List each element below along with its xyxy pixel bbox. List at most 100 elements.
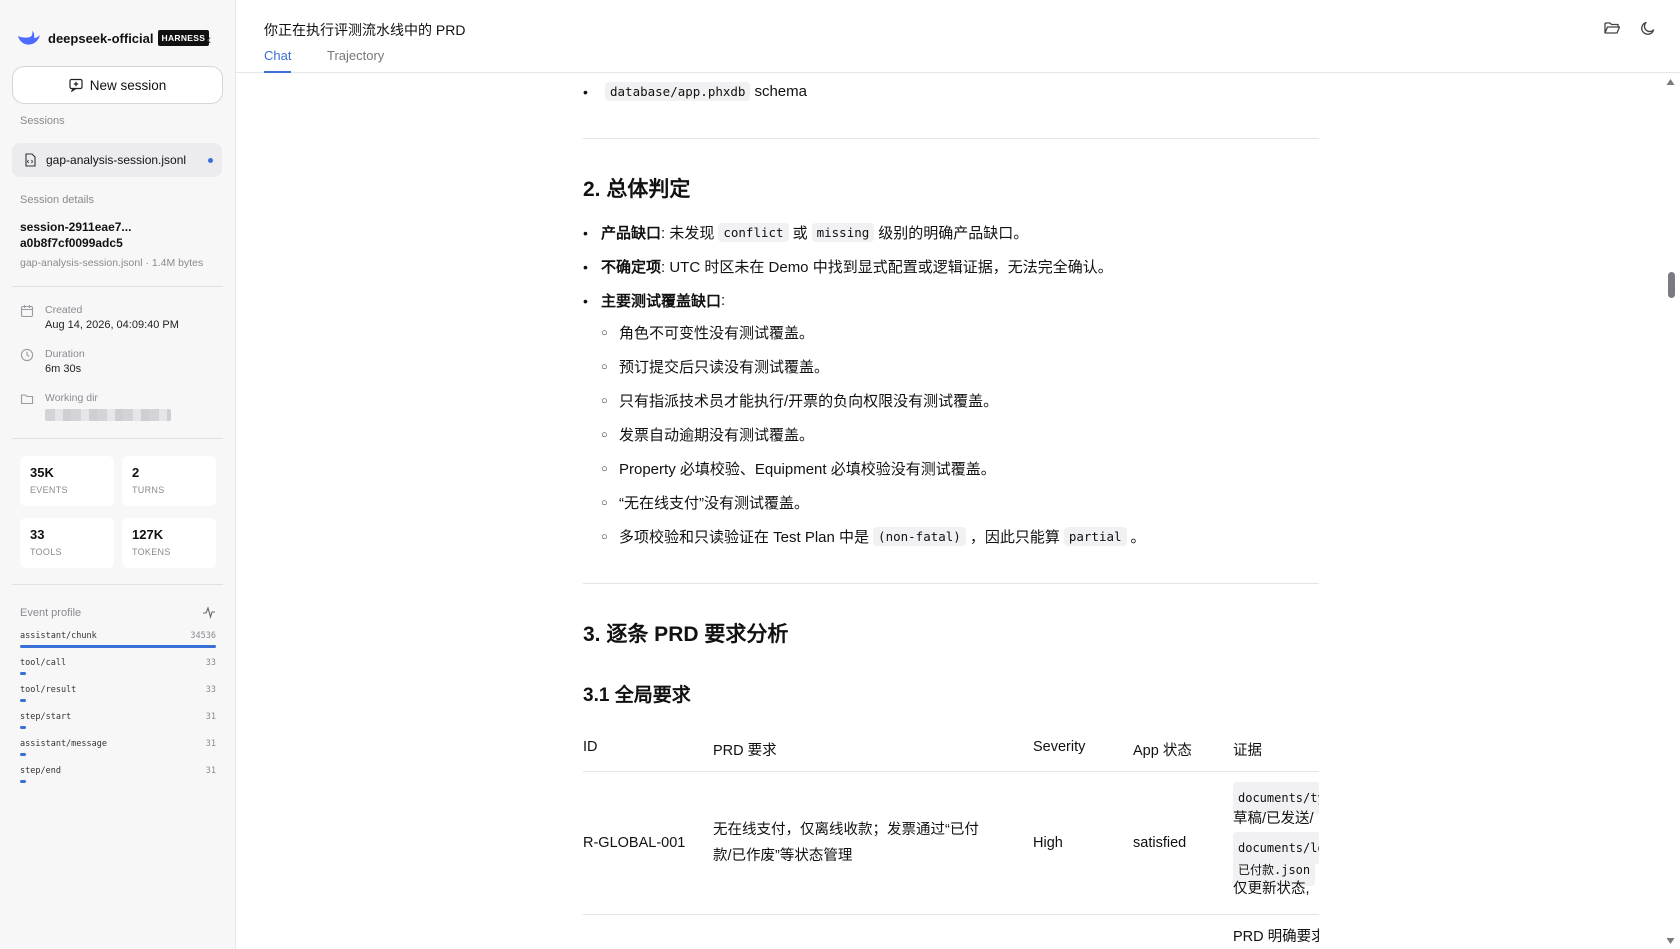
event-count: 31 — [205, 712, 216, 722]
folder-open-icon[interactable] — [1603, 19, 1621, 37]
event-bar-fill — [20, 645, 216, 648]
duration-row: Duration 6m 30s — [20, 347, 85, 377]
scrollbar-thumb[interactable] — [1668, 272, 1675, 298]
event-profile-row: assistant/chunk 34536 — [20, 631, 216, 648]
event-bar-track — [20, 699, 216, 702]
list-item: • 不确定项 : UTC 时区未在 Demo 中找到显式配置或逻辑证据，无法完全… — [583, 258, 1113, 277]
new-session-label: New session — [89, 77, 167, 93]
event-profile-row: tool/result 33 — [20, 685, 216, 702]
table-cell-requirement: 无在线支付，仅离线收款；发票通过“已付 款/已作废”等状态管理 — [713, 822, 979, 864]
inline-code: partial — [1063, 527, 1127, 546]
table-header-status: App 状态 — [1133, 743, 1192, 759]
session-item-label: gap-analysis-session.jsonl — [46, 153, 187, 167]
brand[interactable]: deepseek-official HARNESS — [16, 26, 210, 50]
table-header-severity: Severity — [1033, 739, 1086, 755]
working-dir-value-redacted — [45, 409, 171, 421]
subsection-heading: 3.1 全局要求 — [583, 685, 691, 706]
divider — [583, 583, 1319, 584]
session-details-heading: Session details — [20, 194, 94, 206]
event-bar-fill — [20, 753, 26, 756]
event-name: assistant/chunk — [20, 631, 97, 641]
stat-tokens: 127K TOKENS — [122, 518, 216, 568]
section-heading: 3. 逐条 PRD 要求分析 — [583, 623, 789, 646]
table-header-evidence: 证据 — [1233, 743, 1262, 759]
table-cell-status: satisfied — [1133, 835, 1187, 851]
section-heading: 2. 总体判定 — [583, 178, 691, 201]
dark-mode-icon[interactable] — [1639, 19, 1657, 37]
stat-turns: 2 TURNS — [122, 456, 216, 506]
new-session-button[interactable]: New session — [12, 66, 223, 104]
event-profile-row: step/end 31 — [20, 766, 216, 783]
table-header-id: ID — [583, 739, 598, 755]
event-profile-row: tool/call 33 — [20, 658, 216, 675]
sub-list-item: ○ 只有指派技术员才能执行/开票的负向权限没有测试覆盖。 — [601, 393, 999, 410]
inline-code: conflict — [718, 223, 789, 242]
event-name: tool/result — [20, 685, 77, 695]
event-bar-track — [20, 726, 216, 729]
event-count: 34536 — [190, 631, 216, 641]
table-cell-evidence: PRD 明确要求 — [1233, 929, 1319, 945]
table-cell-severity: High — [1033, 835, 1063, 851]
working-dir-row: Working dir — [20, 391, 171, 421]
brand-name: deepseek-official — [48, 30, 154, 46]
inline-code: database/app.phxdb — [605, 82, 751, 101]
event-bar-track — [20, 645, 216, 648]
event-count: 31 — [205, 739, 216, 749]
event-bar-fill — [20, 780, 26, 783]
clock-icon — [20, 348, 34, 362]
duration-value: 6m 30s — [45, 363, 82, 375]
event-count: 33 — [205, 685, 216, 695]
event-profile-row: assistant/message 31 — [20, 739, 216, 756]
sidebar: deepseek-official HARNESS ‹ New session … — [0, 0, 236, 949]
event-bar-fill — [20, 699, 26, 702]
scroll-down-arrow-icon[interactable] — [1666, 937, 1675, 945]
tab-trajectory[interactable]: Trajectory — [327, 48, 384, 71]
header: 你正在执行评测流水线中的 PRD Chat Trajectory — [236, 0, 1680, 73]
event-profile-row: step/start 31 — [20, 712, 216, 729]
inline-code: missing — [811, 223, 875, 242]
session-id: session-2911eae7... a0b8f7cf0099adc5 — [20, 220, 132, 250]
event-name: tool/call — [20, 658, 67, 668]
sub-list-item: ○ 角色不可变性没有测试覆盖。 — [601, 325, 815, 342]
collapse-sidebar-icon[interactable]: ‹ — [202, 32, 216, 46]
inline-code: (non-fatal) — [873, 527, 966, 546]
event-profile-heading: Event profile — [20, 607, 82, 619]
event-count: 33 — [205, 658, 216, 668]
active-indicator — [208, 158, 213, 163]
sub-list-item: ○ 预订提交后只读没有测试覆盖。 — [601, 359, 830, 376]
new-session-icon — [69, 78, 83, 92]
event-bar-fill — [20, 672, 26, 675]
sub-list-item: ○ Property 必填校验、Equipment 必填校验没有测试覆盖。 — [601, 461, 996, 478]
chat-content: • database/app.phxdb schema 2. 总体判定 • 产品… — [583, 73, 1319, 949]
table-header-requirement: PRD 要求 — [713, 743, 777, 759]
sessions-heading: Sessions — [20, 115, 65, 127]
session-item[interactable]: gap-analysis-session.jsonl — [12, 143, 222, 177]
event-name: step/end — [20, 766, 61, 776]
stat-tools: 33 TOOLS — [20, 518, 114, 568]
tab-chat[interactable]: Chat — [264, 48, 292, 73]
activity-icon[interactable] — [202, 605, 216, 619]
stat-events: 35K EVENTS — [20, 456, 114, 506]
table-divider — [583, 771, 1319, 772]
event-bar-fill — [20, 726, 26, 729]
session-meta: gap-analysis-session.jsonl · 1.4M bytes — [20, 257, 204, 269]
divider — [12, 286, 223, 287]
created-value: Aug 14, 2026, 04:09:40 PM — [45, 319, 179, 331]
scroll-up-arrow-icon[interactable] — [1666, 78, 1675, 86]
page-title: 你正在执行评测流水线中的 PRD — [264, 22, 466, 38]
event-bar-track — [20, 753, 216, 756]
list-item: • database/app.phxdb schema — [583, 82, 807, 101]
whale-logo-icon — [18, 31, 40, 45]
divider — [12, 584, 223, 585]
sub-list-item: ○ 多项校验和只读验证在 Test Plan 中是 (non-fatal) ，因… — [601, 527, 1146, 546]
sub-list-item: ○ 发票自动逾期没有测试覆盖。 — [601, 427, 815, 444]
event-bar-track — [20, 672, 216, 675]
duration-label: Duration — [45, 348, 85, 360]
event-count: 31 — [205, 766, 216, 776]
created-label: Created — [45, 304, 83, 316]
list-item: • 主要测试覆盖缺口 : — [583, 292, 726, 310]
list-item: • 产品缺口 : 未发现 conflict 或 missing 级别的明确产品缺… — [583, 223, 1029, 242]
calendar-icon — [20, 305, 34, 318]
file-icon — [25, 153, 36, 167]
event-name: assistant/message — [20, 739, 107, 749]
